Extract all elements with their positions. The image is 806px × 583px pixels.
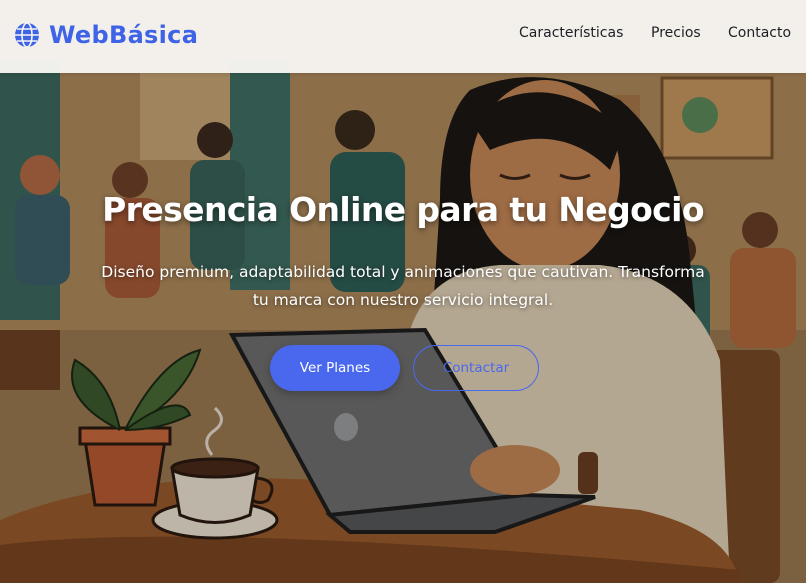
- contact-button[interactable]: Contactar: [413, 345, 539, 391]
- hero-subtitle-line-2: tu marca con nuestro servicio integral.: [252, 291, 554, 309]
- globe-icon: [15, 22, 39, 48]
- nav-link-pricing[interactable]: Precios: [651, 25, 701, 41]
- brand-logo[interactable]: WebBásica: [14, 19, 198, 51]
- hero-subtitle-line-1: Diseño premium, adaptabilidad total y an…: [101, 263, 705, 281]
- top-navbar: WebBásica Características Precios Contac…: [0, 0, 806, 73]
- view-plans-button[interactable]: Ver Planes: [270, 345, 400, 391]
- hero-subtitle: Diseño premium, adaptabilidad total y an…: [63, 258, 743, 314]
- hero-section: Presencia Online para tu Negocio Diseño …: [0, 0, 806, 583]
- brand-name: WebBásica: [49, 21, 199, 49]
- hero-title: Presencia Online para tu Negocio: [102, 190, 704, 229]
- nav-link-contact[interactable]: Contacto: [728, 25, 791, 41]
- nav-link-features[interactable]: Características: [519, 25, 623, 41]
